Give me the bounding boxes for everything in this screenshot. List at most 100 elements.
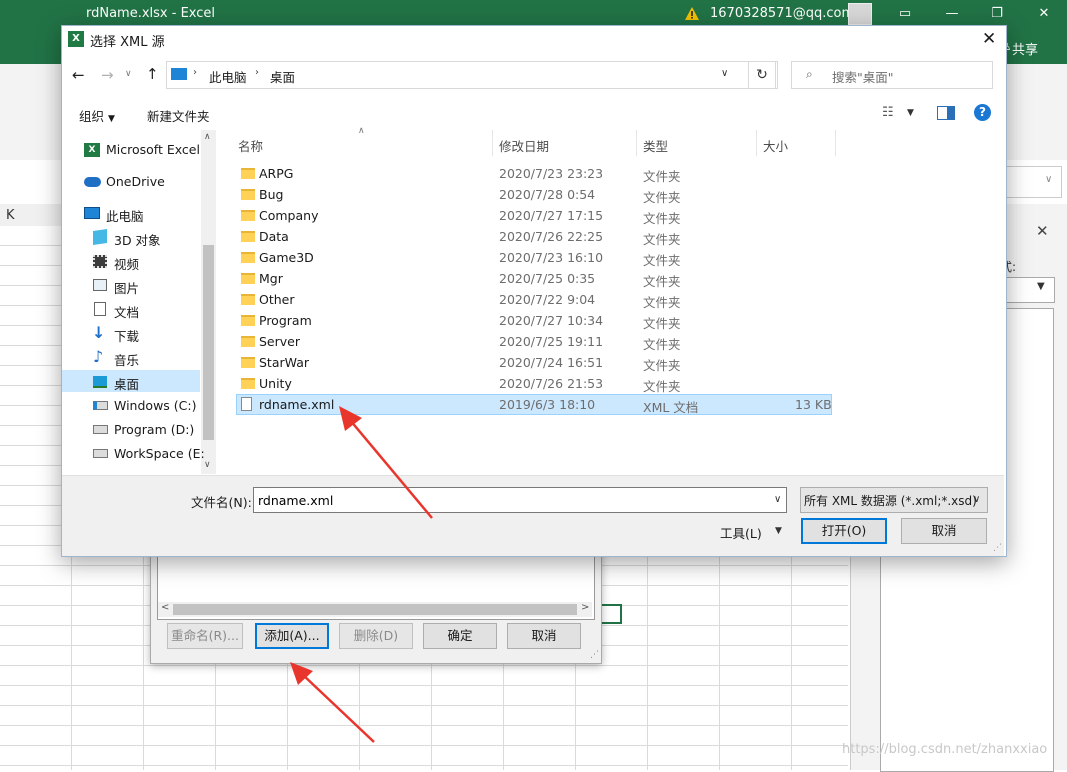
excel-icon: X: [84, 143, 100, 157]
file-name: Other: [259, 292, 295, 307]
excel-window-title: rdName.xlsx - Excel: [86, 6, 216, 21]
close-icon[interactable]: ✕: [1036, 222, 1049, 240]
organize-button[interactable]: 组织 ▼: [79, 106, 115, 125]
close-icon[interactable]: ✕: [982, 29, 996, 49]
file-type: 文件夹: [643, 253, 681, 268]
delete-button[interactable]: 删除(D): [339, 623, 413, 649]
filename-input[interactable]: [253, 487, 787, 513]
download-icon: ↓: [92, 323, 106, 342]
file-type: 文件夹: [643, 211, 681, 226]
xml-map-select[interactable]: [1003, 277, 1055, 303]
dropdown-arrow-icon: ▼: [108, 114, 115, 124]
ribbon-display-icon[interactable]: ▭: [895, 6, 915, 21]
file-icon: [241, 397, 252, 411]
cube-icon: [93, 229, 107, 245]
folder-icon: [241, 189, 255, 200]
cancel-button[interactable]: 取消: [901, 518, 987, 544]
folder-icon: [241, 315, 255, 326]
warning-icon[interactable]: [685, 7, 699, 20]
picture-icon: [93, 279, 107, 291]
filename-label: 文件名(N):: [191, 495, 252, 510]
up-arrow-icon[interactable]: ↑: [146, 65, 159, 83]
nav-item-drive-e[interactable]: WorkSpace (E:: [114, 446, 205, 461]
breadcrumb-this-pc[interactable]: 此电脑: [209, 67, 247, 86]
file-date: 2020/7/27 10:34: [499, 313, 604, 328]
column-divider[interactable]: [756, 130, 757, 156]
nav-item-drive-d[interactable]: Program (D:): [114, 422, 194, 437]
document-icon: [94, 302, 106, 316]
account-email[interactable]: 1670328571@qq.com: [710, 6, 854, 21]
file-name: Company: [259, 208, 319, 223]
file-name: Bug: [259, 187, 284, 202]
maps-cancel-button[interactable]: 取消: [507, 623, 581, 649]
breadcrumb-separator-icon[interactable]: ›: [255, 67, 259, 78]
nav-item-onedrive[interactable]: OneDrive: [106, 174, 165, 189]
scrollbar-thumb[interactable]: [203, 245, 214, 440]
column-divider[interactable]: [492, 130, 493, 156]
refresh-button[interactable]: ↻: [748, 61, 776, 89]
open-button[interactable]: 打开(O): [801, 518, 887, 544]
breadcrumb-desktop[interactable]: 桌面: [270, 67, 295, 86]
nav-item-desktop[interactable]: 桌面: [114, 374, 139, 393]
file-name: Program: [259, 313, 312, 328]
column-header-name[interactable]: 名称: [238, 136, 263, 155]
view-options-icon[interactable]: ☷: [882, 105, 894, 120]
watermark: https://blog.csdn.net/zhanxxiao: [842, 742, 1048, 757]
nav-item-downloads[interactable]: 下载: [114, 326, 139, 345]
file-type: 文件夹: [643, 358, 681, 373]
chevron-down-icon: ∨: [1045, 174, 1053, 185]
minimize-icon[interactable]: —: [942, 6, 962, 21]
nav-item-3d-objects[interactable]: 3D 对象: [114, 230, 161, 249]
forward-arrow-icon[interactable]: →: [101, 66, 114, 84]
chevron-down-icon[interactable]: ∨: [774, 494, 781, 505]
file-date: 2020/7/27 17:15: [499, 208, 604, 223]
file-type: 文件夹: [643, 337, 681, 352]
chevron-down-icon[interactable]: ∨: [973, 494, 980, 505]
resize-grip-icon[interactable]: ⋰: [993, 543, 1002, 553]
share-button[interactable]: 共享: [1012, 39, 1038, 58]
pane-dropdown[interactable]: [1000, 166, 1062, 198]
sort-ascending-icon: ∧: [358, 126, 365, 136]
close-window-icon[interactable]: ✕: [1034, 6, 1054, 21]
resize-grip-icon[interactable]: ⋰: [590, 650, 599, 660]
nav-item-videos[interactable]: 视频: [114, 254, 139, 273]
column-header-k[interactable]: K: [6, 208, 15, 223]
avatar[interactable]: [848, 3, 872, 25]
column-header-date[interactable]: 修改日期: [499, 136, 549, 155]
column-header-type[interactable]: 类型: [643, 136, 668, 155]
nav-item-music[interactable]: 音乐: [114, 350, 139, 369]
column-header-size[interactable]: 大小: [763, 136, 788, 155]
file-date: 2020/7/22 9:04: [499, 292, 596, 307]
scrollbar-thumb[interactable]: [173, 604, 577, 615]
add-button[interactable]: 添加(A)...: [255, 623, 329, 649]
chevron-down-icon[interactable]: ∨: [721, 68, 728, 79]
folder-icon: [241, 357, 255, 368]
scroll-left-icon[interactable]: <: [161, 602, 169, 613]
scroll-down-icon[interactable]: ∨: [204, 460, 211, 470]
rename-button[interactable]: 重命名(R)...: [167, 623, 243, 649]
file-date: 2020/7/26 21:53: [499, 376, 604, 391]
desktop-icon: [93, 376, 107, 388]
nav-item-this-pc[interactable]: 此电脑: [106, 206, 144, 225]
nav-item-documents[interactable]: 文档: [114, 302, 139, 321]
nav-item-drive-c[interactable]: Windows (C:): [114, 398, 196, 413]
dropdown-arrow-icon[interactable]: ▼: [775, 526, 782, 536]
file-date: 2020/7/25 19:11: [499, 334, 604, 349]
restore-icon[interactable]: ❐: [987, 6, 1007, 21]
dropdown-arrow-icon[interactable]: ▼: [907, 108, 914, 118]
breadcrumb-separator-icon[interactable]: ›: [193, 67, 197, 78]
column-divider[interactable]: [835, 130, 836, 156]
help-icon[interactable]: ?: [974, 104, 991, 121]
scroll-up-icon[interactable]: ∧: [204, 132, 211, 142]
drive-icon: [93, 425, 108, 434]
tools-button[interactable]: 工具(L): [720, 523, 762, 542]
nav-item-pictures[interactable]: 图片: [114, 278, 139, 297]
new-folder-button[interactable]: 新建文件夹: [147, 106, 210, 125]
back-arrow-icon[interactable]: ←: [72, 66, 85, 84]
ok-button[interactable]: 确定: [423, 623, 497, 649]
nav-item-excel[interactable]: Microsoft Excel: [106, 142, 200, 157]
column-divider[interactable]: [636, 130, 637, 156]
folder-icon: [241, 210, 255, 221]
scroll-right-icon[interactable]: >: [581, 602, 589, 613]
recent-locations-icon[interactable]: ∨: [125, 69, 132, 79]
